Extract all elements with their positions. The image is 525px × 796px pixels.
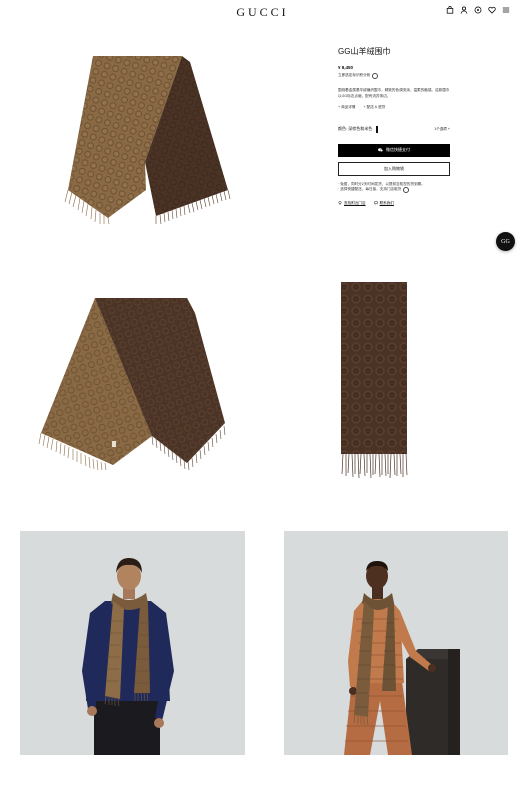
heart-icon[interactable] xyxy=(488,6,496,14)
color-label: 颜色: 深棕色和米色 xyxy=(338,126,373,131)
payment-link-label: 立即选定标识积分帐 xyxy=(338,73,371,78)
detail-links: 商品详情 配送 & 退货 xyxy=(338,105,450,111)
add-to-bag-label: 加入购物袋 xyxy=(384,165,404,171)
wechat-pay-button[interactable]: 微信快捷支付 xyxy=(338,143,450,157)
size-option[interactable]: 1个选项 + xyxy=(434,127,450,132)
store-pin-icon xyxy=(338,201,342,206)
delivery-note-2: · 选择快捷配送，每日接，支持门店取货 xyxy=(338,187,450,193)
info-icon xyxy=(403,187,410,193)
product-image-scarf-front[interactable] xyxy=(50,52,232,224)
find-store-label: 查找附近门店 xyxy=(344,201,366,205)
bag-icon[interactable] xyxy=(446,6,454,14)
info-icon xyxy=(372,73,379,79)
account-icon[interactable] xyxy=(460,6,468,14)
product-image-scarf-back[interactable] xyxy=(35,293,230,471)
menu-icon[interactable] xyxy=(502,6,510,14)
contact-link[interactable]: 联系我们 xyxy=(373,201,394,206)
find-store-link[interactable]: 查找附近门店 xyxy=(338,201,366,206)
chat-icon xyxy=(373,201,378,206)
header-icons xyxy=(446,6,510,14)
product-price: ¥ 8,450 xyxy=(338,65,354,70)
add-to-bag-button[interactable]: 加入购物袋 xyxy=(338,161,450,176)
product-description: 围绕着金属基羊绒编织围巾，精致的色调流淌，温柔的触感。这款围巾以GG标志点缀，配… xyxy=(338,88,450,98)
product-info-panel: GG山羊绒围巾 ¥ 8,450 立即选定标识积分帐 围绕着金属基羊绒编织围巾，精… xyxy=(338,46,450,206)
contact-label: 联系我们 xyxy=(379,201,394,205)
delivery-note-text: · 选择快捷配送，每日接，支持门店取货 xyxy=(338,187,402,192)
product-details-link[interactable]: 商品详情 xyxy=(338,105,355,111)
plus-icon: + xyxy=(447,126,450,131)
model-photo-woman[interactable] xyxy=(284,531,508,755)
product-title: GG山羊绒围巾 xyxy=(338,47,391,56)
location-icon[interactable] xyxy=(474,6,482,14)
shipping-returns-link[interactable]: 配送 & 退货 xyxy=(363,105,386,111)
color-swatch[interactable] xyxy=(376,125,379,133)
store-links: 查找附近门店 联系我们 xyxy=(338,201,450,206)
product-image-scarf-folded[interactable] xyxy=(338,281,410,480)
color-selector[interactable]: 颜色: 深棕色和米色 1个选项 + xyxy=(338,125,450,133)
floating-chat-button[interactable]: GG xyxy=(496,232,515,251)
model-photo-man[interactable] xyxy=(20,531,245,755)
delivery-notes: · 免费，同时分2天时间发货，以提前告知您的货到期。 · 选择快捷配送，每日接，… xyxy=(338,182,450,193)
wechat-icon xyxy=(378,147,383,153)
payment-link[interactable]: 立即选定标识积分帐 xyxy=(338,73,450,79)
size-option-label: 1个选项 xyxy=(434,126,447,131)
wechat-pay-label: 微信快捷支付 xyxy=(386,147,410,152)
